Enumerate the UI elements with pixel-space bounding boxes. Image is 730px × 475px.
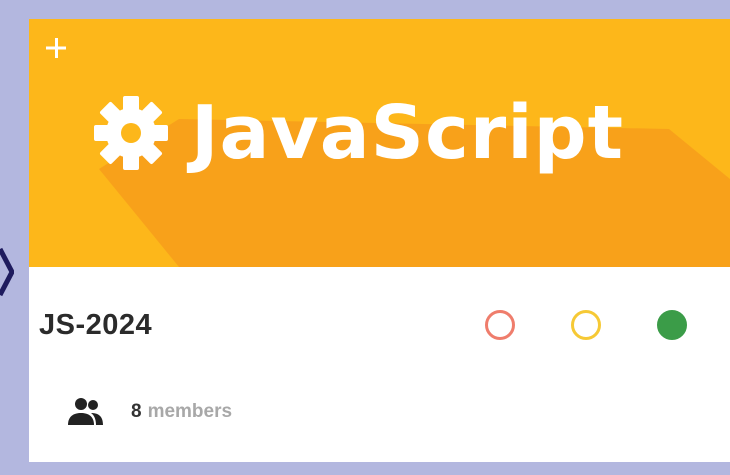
course-card[interactable]: JavaScript JS-2024 8 members xyxy=(29,19,730,462)
banner-title: JavaScript xyxy=(191,90,625,176)
members-count: 8 xyxy=(131,401,142,422)
status-dot-green[interactable] xyxy=(657,310,687,340)
gear-icon xyxy=(93,95,169,171)
pointer-arrow-icon xyxy=(0,247,14,297)
members-label: members xyxy=(147,401,233,422)
plus-icon[interactable] xyxy=(43,35,69,61)
course-banner: JavaScript xyxy=(29,19,730,267)
course-info: JS-2024 8 members xyxy=(29,267,730,462)
members-info: 8 members xyxy=(67,397,232,427)
course-code: JS-2024 xyxy=(39,309,153,341)
people-icon xyxy=(67,397,105,427)
status-dot-red[interactable] xyxy=(485,310,515,340)
status-dot-yellow[interactable] xyxy=(571,310,601,340)
banner-title-row: JavaScript xyxy=(93,83,624,183)
